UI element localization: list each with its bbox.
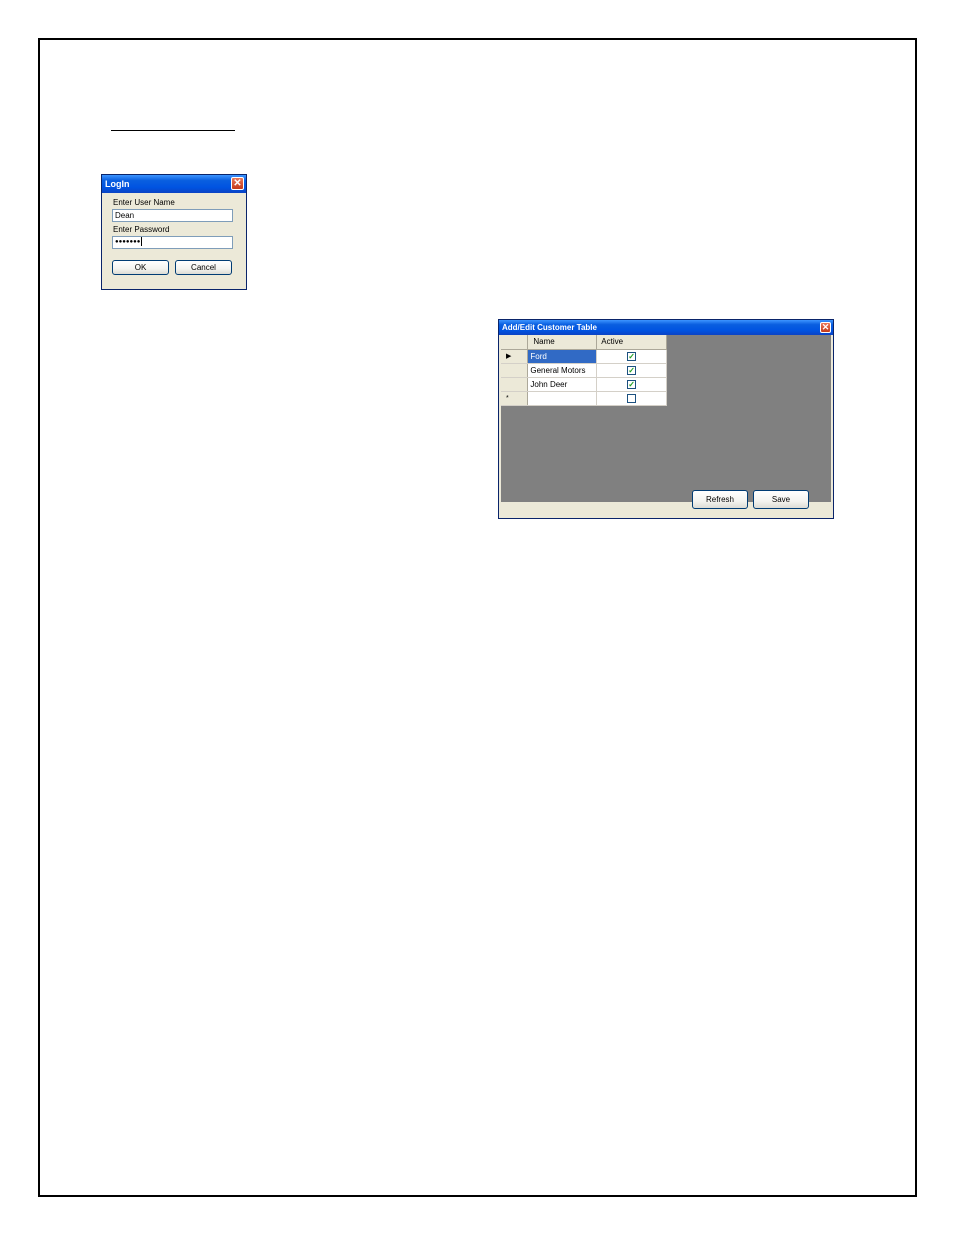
cell-active[interactable]: ✓ [596,377,667,392]
cell-name[interactable]: General Motors [527,363,598,378]
ok-button[interactable]: OK [112,260,169,275]
cell-active[interactable]: ✓ [596,349,667,364]
password-label: Enter Password [113,225,170,234]
row-indicator-current[interactable]: ▶ [501,349,529,364]
table-row[interactable]: General Motors ✓ [501,363,667,378]
customer-table-window: Add/Edit Customer Table ✕ Name Active ▶ … [498,319,834,519]
refresh-button[interactable]: Refresh [692,490,748,509]
login-titlebar[interactable]: LogIn [102,175,246,193]
column-header-active[interactable]: Active [596,335,667,350]
username-value: Dean [115,211,135,220]
active-checkbox[interactable]: ✓ [627,351,637,361]
username-input[interactable]: Dean [112,209,233,222]
table-row-new[interactable]: * [501,391,667,406]
password-input[interactable]: ●●●●●●● [112,236,233,249]
active-checkbox[interactable] [627,393,637,403]
row-indicator[interactable] [501,377,529,392]
active-checkbox[interactable]: ✓ [627,379,637,389]
username-label: Enter User Name [113,198,175,207]
active-checkbox[interactable]: ✓ [627,365,637,375]
cell-active[interactable]: ✓ [596,363,667,378]
cancel-button[interactable]: Cancel [175,260,232,275]
customer-grid: Name Active ▶ Ford ✓ General Motors ✓ Jo [501,335,667,406]
data-grid-area[interactable]: Name Active ▶ Ford ✓ General Motors ✓ Jo [501,335,831,502]
login-title: LogIn [105,179,130,189]
close-icon[interactable]: ✕ [820,322,831,333]
password-value: ●●●●●●● [115,239,141,246]
close-icon[interactable]: ✕ [231,177,244,190]
grid-header-row: Name Active [501,335,667,350]
cell-active[interactable] [596,391,667,406]
heading-underline [111,130,235,131]
cell-name[interactable] [527,391,598,406]
save-button[interactable]: Save [753,490,809,509]
grid-corner-header[interactable] [501,335,529,350]
customer-window-title: Add/Edit Customer Table [502,323,597,332]
customer-titlebar[interactable]: Add/Edit Customer Table [499,320,833,335]
text-caret [141,237,143,246]
row-indicator-new[interactable]: * [501,391,529,406]
column-header-name[interactable]: Name [527,335,598,350]
row-indicator[interactable] [501,363,529,378]
table-row[interactable]: John Deer ✓ [501,377,667,392]
login-dialog: LogIn ✕ Enter User Name Dean Enter Passw… [101,174,247,290]
table-row[interactable]: ▶ Ford ✓ [501,349,667,364]
cell-name[interactable]: John Deer [527,377,598,392]
cell-name[interactable]: Ford [527,349,598,364]
